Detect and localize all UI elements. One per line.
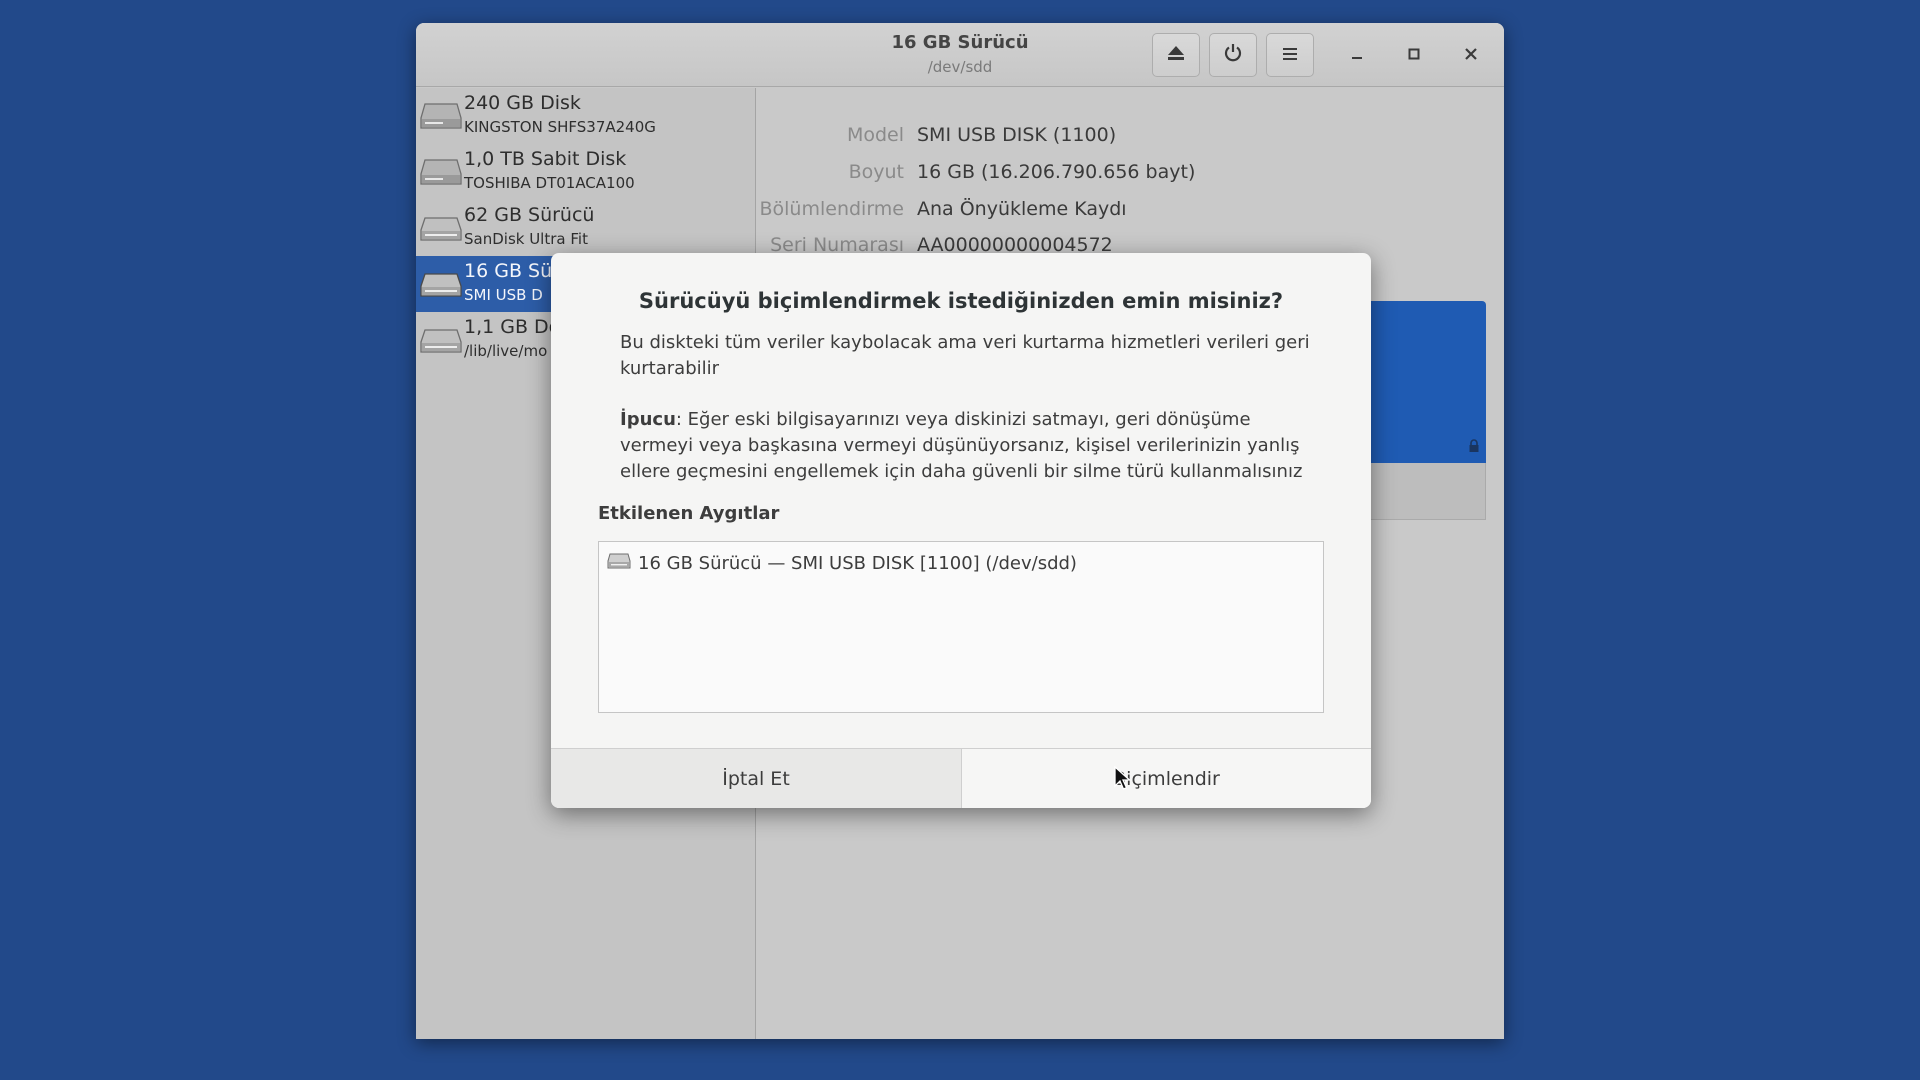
power-icon [1223, 43, 1243, 67]
affected-device-item: 16 GB Sürücü — SMI USB DISK [1100] (/dev… [607, 552, 1077, 575]
dialog-message: Bu diskteki tüm veriler kaybolacak ama v… [620, 332, 1310, 379]
drive-model: /lib/live/mo [464, 342, 548, 360]
eject-button[interactable] [1152, 33, 1200, 77]
loop-device-icon [420, 326, 462, 358]
drive-name: 1,1 GB Dö [464, 316, 561, 338]
dialog-title: Sürücüyü biçimlendirmek istediğinizden e… [638, 289, 1284, 313]
drive-menu-button[interactable] [1266, 33, 1314, 77]
drive-model: KINGSTON SHFS37A240G [464, 118, 656, 136]
partitioning-value: Ana Önyükleme Kaydı [917, 198, 1127, 220]
drive-item[interactable]: 240 GB Disk KINGSTON SHFS37A240G [416, 88, 756, 144]
drive-model: TOSHIBA DT01ACA100 [464, 174, 635, 192]
volume-content-area [1366, 463, 1486, 520]
tip-text: : Eğer eski bilgisayarınızı veya diskini… [620, 409, 1303, 482]
cancel-button[interactable]: İptal Et [551, 749, 962, 808]
drive-small-icon [607, 552, 631, 575]
drive-name: 240 GB Disk [464, 92, 581, 114]
drive-name: 16 GB Sü [464, 260, 553, 282]
menu-icon [1282, 46, 1298, 65]
lock-icon [1468, 438, 1480, 457]
minimize-icon [1350, 45, 1364, 66]
model-value: SMI USB DISK (1100) [917, 124, 1117, 146]
volume-partition-block[interactable] [1366, 301, 1486, 463]
power-off-button[interactable] [1209, 33, 1257, 77]
affected-devices-heading: Etkilenen Aygıtlar [598, 503, 780, 524]
maximize-button[interactable] [1398, 39, 1430, 71]
drive-item[interactable]: 1,0 TB Sabit Disk TOSHIBA DT01ACA100 [416, 144, 756, 200]
hard-disk-icon [420, 102, 462, 134]
drive-item[interactable]: 62 GB Sürücü SanDisk Ultra Fit [416, 200, 756, 256]
model-label: Model [846, 124, 904, 146]
tip-label: İpucu [620, 409, 676, 430]
drive-name: 62 GB Sürücü [464, 204, 595, 226]
eject-icon [1167, 45, 1185, 65]
size-value: 16 GB (16.206.790.656 bayt) [917, 161, 1196, 183]
size-label: Boyut [848, 161, 904, 183]
usb-drive-icon [420, 214, 462, 246]
hard-disk-icon [420, 158, 462, 190]
mouse-pointer-icon [1114, 765, 1132, 796]
format-confirm-dialog: Sürücüyü biçimlendirmek istediğinizden e… [551, 253, 1371, 808]
partitioning-label: Bölümlendirme [759, 198, 904, 220]
drive-model: SMI USB D [464, 286, 543, 304]
maximize-icon [1407, 45, 1421, 66]
drive-name: 1,0 TB Sabit Disk [464, 148, 627, 170]
close-icon [1464, 45, 1478, 66]
close-button[interactable] [1455, 39, 1487, 71]
dialog-tip: İpucu: Eğer eski bilgisayarınızı veya di… [620, 407, 1320, 485]
usb-drive-icon [420, 270, 462, 302]
drive-model: SanDisk Ultra Fit [464, 230, 588, 248]
header-bar: 16 GB Sürücü /dev/sdd [416, 23, 1504, 87]
dialog-button-bar: İptal Et Biçimlendir [551, 748, 1371, 808]
minimize-button[interactable] [1341, 39, 1373, 71]
affected-device-label: 16 GB Sürücü — SMI USB DISK [1100] (/dev… [638, 553, 1077, 574]
affected-devices-list: 16 GB Sürücü — SMI USB DISK [1100] (/dev… [598, 541, 1324, 713]
format-button[interactable]: Biçimlendir [962, 749, 1371, 808]
